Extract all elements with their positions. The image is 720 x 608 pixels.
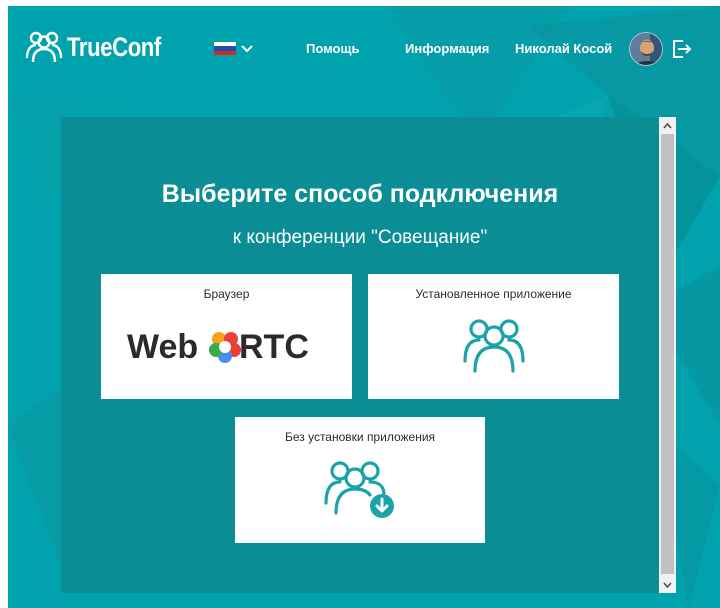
scrollbar-thumb[interactable] — [661, 134, 674, 574]
chevron-down-icon — [241, 44, 253, 52]
user-name[interactable]: Николай Косой — [515, 41, 612, 56]
scroll-up-button[interactable] — [659, 117, 676, 134]
nav-help-link[interactable]: Помощь — [306, 41, 359, 56]
top-navbar: TrueConf Помощь Информация Николай Косой — [8, 6, 720, 96]
logo-text: TrueConf — [67, 31, 161, 62]
webrtc-text-right: RTC — [239, 328, 309, 366]
page-title: Выберите способ подключения — [161, 180, 559, 208]
people-group-download-icon — [324, 461, 394, 518]
browser-option-card[interactable]: Браузер Web RTC — [101, 274, 352, 399]
avatar[interactable] — [629, 32, 663, 66]
webrtc-logo-icon: Web RTC — [127, 328, 309, 366]
nav-info-link[interactable]: Информация — [405, 41, 489, 56]
chevron-down-icon — [663, 581, 672, 588]
scroll-down-button[interactable] — [659, 576, 676, 593]
webrtc-flower — [209, 332, 241, 363]
no-install-option-card[interactable]: Без установки приложения — [235, 417, 485, 543]
people-group-icon — [463, 319, 525, 373]
language-selector[interactable] — [214, 42, 253, 55]
trueconf-logo-icon — [25, 31, 63, 63]
browser-option-label: Браузер — [203, 287, 250, 301]
scrollbar[interactable] — [659, 117, 676, 593]
chevron-up-icon — [663, 122, 672, 129]
page-subtitle: к конференции "Совещание" — [232, 227, 488, 248]
installed-app-option-label: Установленное приложение — [415, 287, 572, 301]
installed-app-option-card[interactable]: Установленное приложение — [368, 274, 619, 399]
avatar-image — [630, 33, 662, 65]
logout-icon[interactable] — [672, 39, 692, 59]
no-install-option-label: Без установки приложения — [284, 430, 436, 444]
russia-flag-icon — [214, 42, 236, 55]
app-frame: TrueConf Помощь Информация Николай Косой — [8, 6, 720, 608]
trueconf-logo[interactable]: TrueConf — [24, 30, 182, 64]
webrtc-text-left: Web — [127, 328, 198, 366]
